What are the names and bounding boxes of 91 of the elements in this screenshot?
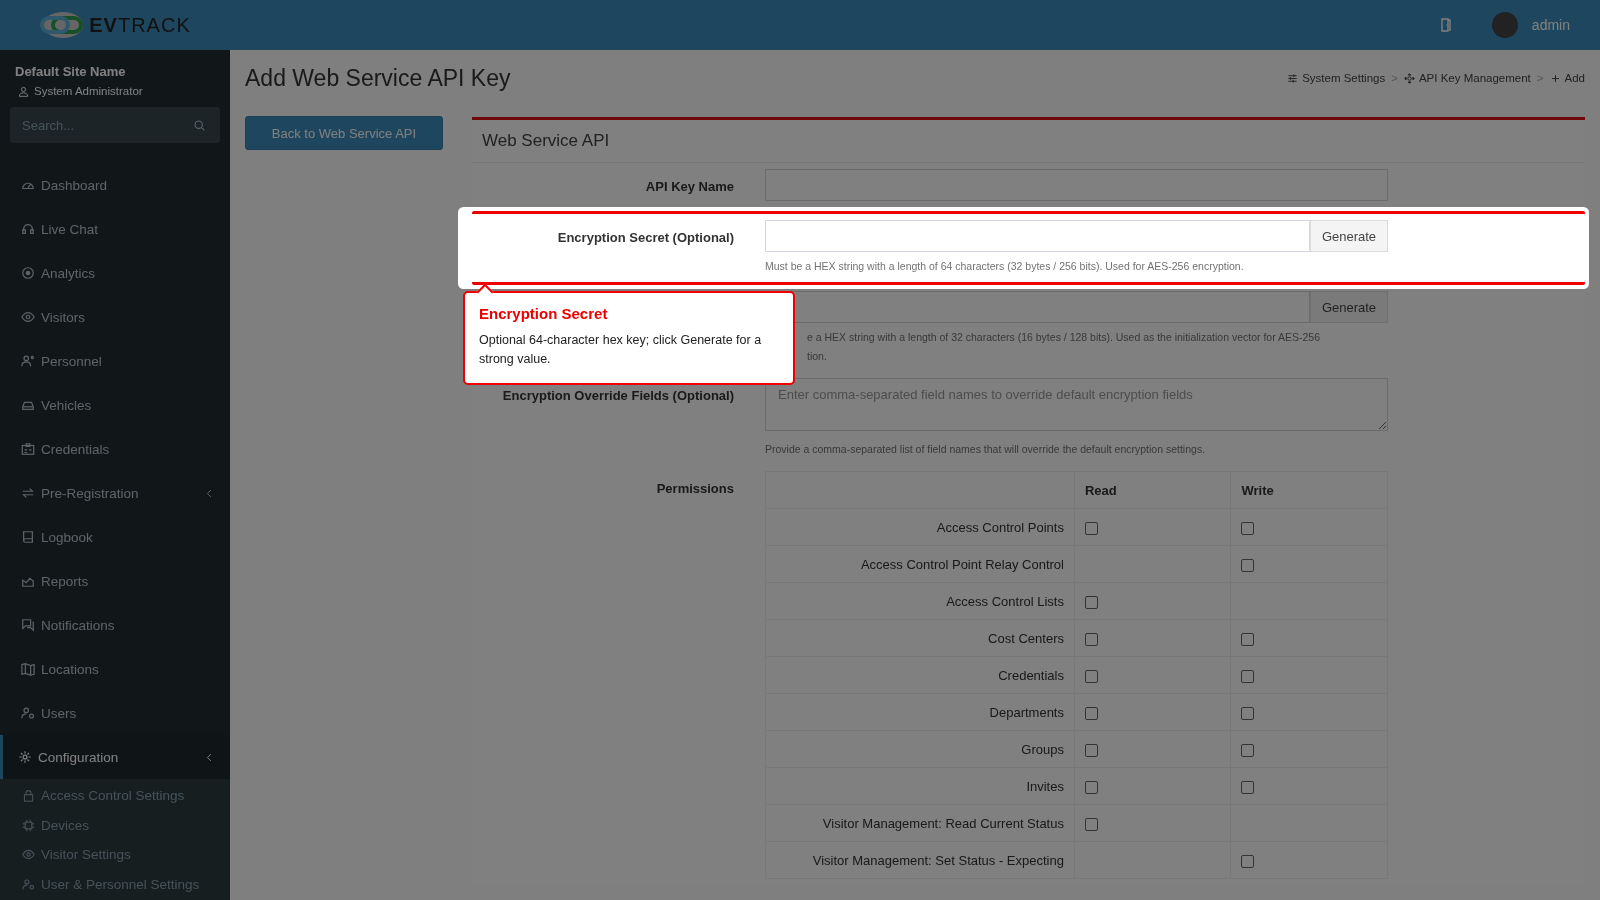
back-button[interactable]: Back to Web Service API (245, 116, 443, 150)
checkbox[interactable] (1084, 743, 1098, 757)
checkbox[interactable] (1241, 521, 1255, 535)
sidebar-item[interactable]: Pre-Registration (0, 471, 230, 515)
field-label: Permissions (656, 481, 734, 496)
field-label: API Key Name (645, 179, 734, 194)
id-card-icon (21, 442, 35, 456)
user-name[interactable]: admin (1531, 17, 1570, 33)
move-arrows-icon (1403, 72, 1415, 84)
breadcrumb-link[interactable]: API Key Management (1403, 72, 1531, 84)
chat-icon (21, 618, 35, 632)
checkbox[interactable] (1241, 854, 1255, 868)
permission-name: Cost Centers (765, 619, 1075, 657)
user-gear-icon (22, 877, 35, 891)
popover-text: Optional 64-character hex key; click Generate for a strong value. (479, 332, 763, 368)
sidebar-item[interactable]: Visitors (0, 295, 230, 339)
permission-name: Departments (765, 693, 1075, 731)
generate-button[interactable]: Generate (1310, 291, 1388, 323)
column-header: Write (1230, 471, 1388, 509)
eye-icon (21, 310, 35, 324)
help-text: tion. (807, 349, 828, 364)
checkbox[interactable] (1241, 780, 1255, 794)
permission-name: Credentials (765, 656, 1075, 694)
breadcrumb-separator: > (1391, 72, 1398, 84)
breadcrumb-separator: > (1536, 72, 1544, 84)
headset-icon (21, 222, 35, 236)
submenu-item[interactable]: Devices (0, 810, 230, 840)
sidebar-item[interactable]: Reports (0, 559, 230, 603)
user-gear-icon (21, 706, 35, 720)
field-label: Encryption Override Fields (Optional) (502, 388, 734, 403)
sidebar-item[interactable]: Logbook (0, 515, 230, 559)
person-icon (21, 354, 35, 368)
lock-icon (22, 789, 35, 803)
breadcrumb-link[interactable]: Add (1549, 72, 1585, 84)
permission-name: Access Control Points (765, 508, 1075, 546)
sidebar-item[interactable]: Credentials (0, 427, 230, 471)
plus-icon (1549, 72, 1561, 84)
arrows-icon (21, 486, 35, 500)
checkbox[interactable] (1084, 632, 1098, 646)
permission-name: Invites (765, 767, 1075, 805)
column-header: Read (1074, 471, 1231, 509)
checkbox[interactable] (1084, 817, 1098, 831)
eye-icon (22, 848, 35, 862)
help-text: e a HEX string with a length of 32 characters (16 bytes / 128 bits). Used as the initialization vector for AES-256 (807, 330, 1321, 345)
permission-name: Access Control Point Relay Control (765, 545, 1075, 583)
logo-text: EVTRACK (89, 13, 191, 37)
sliders-icon (1287, 72, 1299, 84)
input-field[interactable] (765, 220, 1310, 252)
page-title: Add Web Service API Key (245, 64, 512, 92)
search-icon (193, 119, 206, 132)
sidebar-item[interactable]: Personnel (0, 339, 230, 383)
site-name: Default Site Name (14, 63, 127, 79)
checkbox[interactable] (1241, 706, 1255, 720)
card-title: Web Service API (472, 117, 1585, 163)
sidebar-item[interactable]: Dashboard (0, 163, 230, 207)
checkbox[interactable] (1084, 521, 1098, 535)
user-role: System Administrator (34, 85, 143, 97)
sidebar-item[interactable]: Users (0, 691, 230, 735)
field-label: Encryption Secret (Optional) (557, 230, 734, 245)
checkbox[interactable] (1241, 669, 1255, 683)
logo-icon (39, 10, 86, 40)
chip-icon (22, 818, 35, 832)
permission-name: Visitor Management: Read Current Status (765, 804, 1075, 842)
sidebar-item[interactable]: Analytics (0, 251, 230, 295)
popover-title: Encryption Secret (479, 305, 609, 322)
permission-name: Visitor Management: Set Status - Expecting (765, 841, 1075, 879)
help-text: Must be a HEX string with a length of 64 characters (32 bytes / 256 bits). Used for AES-256 encryption. (765, 259, 1245, 274)
checkbox[interactable] (1084, 669, 1098, 683)
checkbox[interactable] (1241, 632, 1255, 646)
map-icon (21, 662, 35, 676)
help-text: Provide a comma-separated list of field names that will override the default encryption settings. (765, 442, 1207, 457)
sidebar-item[interactable]: Vehicles (0, 383, 230, 427)
generate-button[interactable]: Generate (1310, 220, 1388, 252)
checkbox[interactable] (1241, 558, 1255, 572)
checkbox[interactable] (1084, 780, 1098, 794)
submenu-item[interactable]: User & Personnel Settings (0, 869, 230, 899)
submenu-item[interactable]: Visitor Settings (0, 840, 230, 870)
sidebar-item[interactable]: Live Chat (0, 207, 230, 251)
book-icon (21, 530, 35, 544)
gear-icon (18, 750, 32, 764)
submenu-item[interactable]: Access Control Settings (0, 781, 230, 811)
checkbox[interactable] (1241, 743, 1255, 757)
user-icon (18, 85, 29, 97)
sidebar-item[interactable]: Notifications (0, 603, 230, 647)
checkbox[interactable] (1084, 706, 1098, 720)
permission-name: Groups (765, 730, 1075, 768)
breadcrumb-link[interactable]: System Settings (1287, 72, 1386, 84)
sidebar-item[interactable]: Locations (0, 647, 230, 691)
target-icon (21, 266, 35, 280)
checkbox[interactable] (1084, 595, 1098, 609)
permission-name: Access Control Lists (765, 582, 1075, 620)
